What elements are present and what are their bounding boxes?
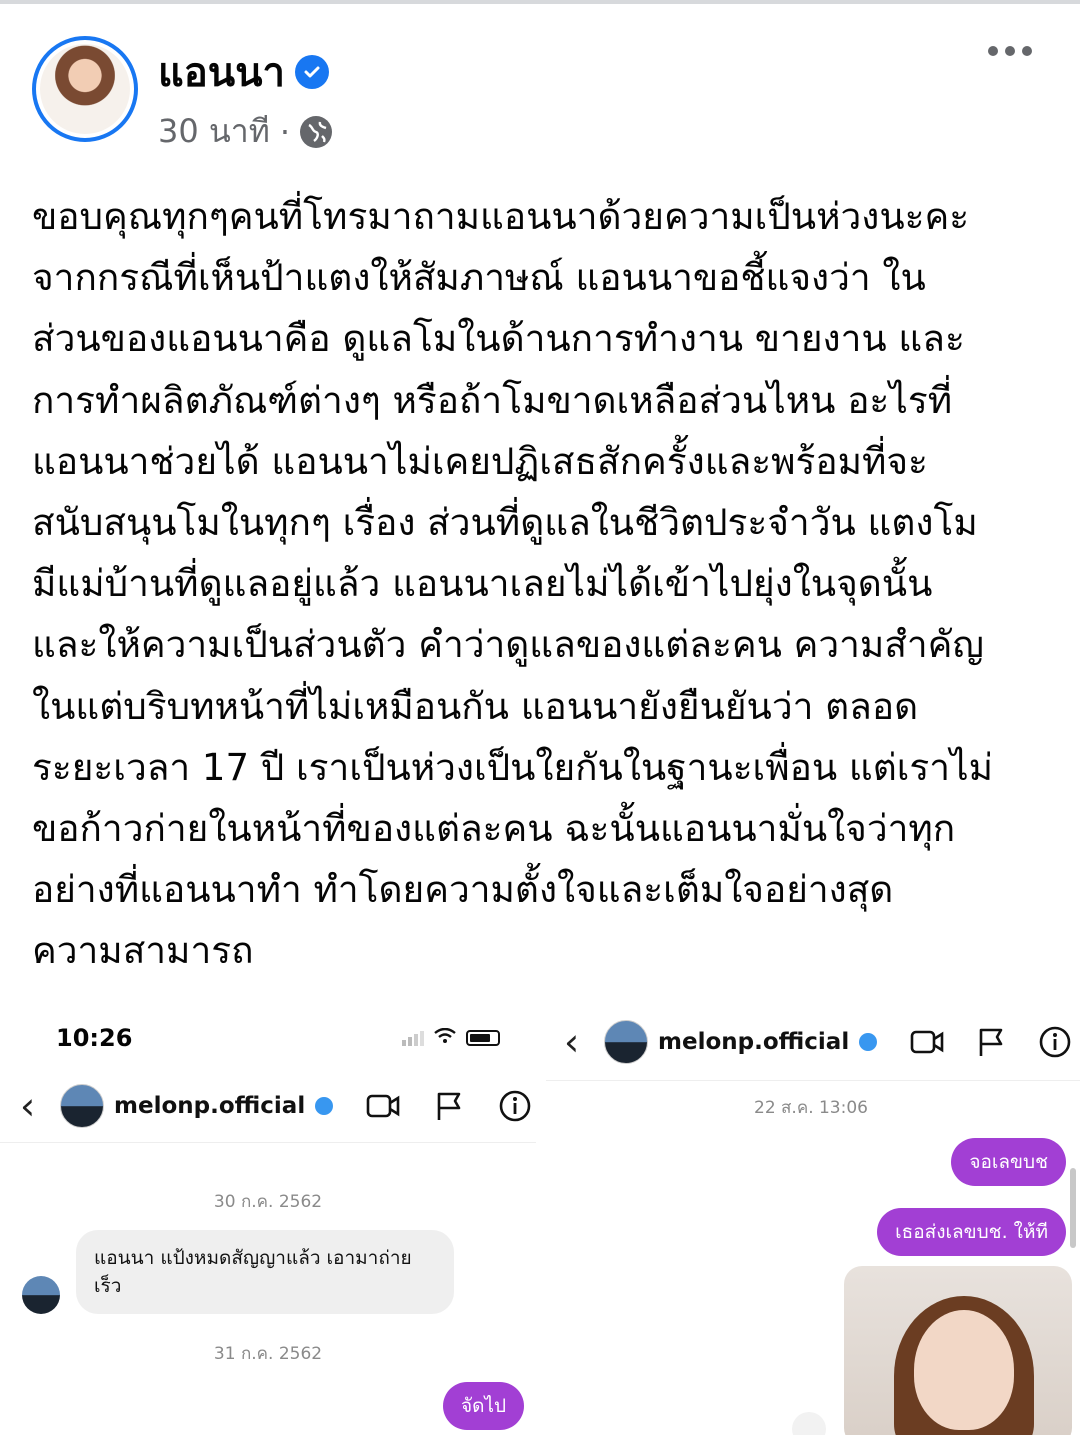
status-time: 10:26 <box>56 1024 133 1052</box>
post-line: มีแม่บ้านที่ดูแลอยู่แล้ว แอนนาเลยไม่ได้เ… <box>32 562 933 606</box>
date-label: 30 ก.ค. 2562 <box>213 1192 323 1212</box>
post-line: ความสามารถ <box>32 929 254 973</box>
sender-avatar <box>22 1276 60 1314</box>
post-time[interactable]: 30 นาที <box>158 106 270 157</box>
wifi-icon <box>434 1027 456 1048</box>
post-line: ขอก้าวก่ายในหน้าที่ของแต่ละคน ฉะนั้นแอนน… <box>32 807 956 851</box>
chat-header: ‹ melonp.official <box>20 1084 533 1128</box>
shared-photo[interactable] <box>844 1266 1072 1435</box>
flag-icon[interactable] <box>973 1025 1009 1059</box>
outgoing-message[interactable]: จอเลขบช <box>951 1138 1066 1186</box>
reply-icon[interactable] <box>792 1412 826 1435</box>
info-icon[interactable] <box>497 1089 533 1123</box>
back-icon[interactable]: ‹ <box>564 1020 594 1064</box>
verified-icon <box>294 55 329 89</box>
video-call-icon[interactable] <box>909 1025 945 1059</box>
battery-icon <box>466 1030 500 1046</box>
post-line: ขอบคุณทุกๆคนที่โทรมาถามแอนนาด้วยความเป็น… <box>32 195 970 238</box>
author-name[interactable]: แอนนา <box>158 40 285 104</box>
flag-icon[interactable] <box>431 1089 467 1123</box>
avatar-image <box>40 44 130 134</box>
post-line: ในแต่บริบทหน้าที่ไม่เหมือนกัน แอนนายังยื… <box>32 684 919 728</box>
post-line: และให้ความเป็นส่วนตัว คำว่าดูแลของแต่ละค… <box>32 623 984 667</box>
contact-avatar[interactable] <box>60 1084 104 1128</box>
video-call-icon[interactable] <box>365 1089 401 1123</box>
signal-icon <box>402 1030 424 1046</box>
date-label: 22 ส.ค. 13:06 <box>754 1098 868 1118</box>
post-line: แอนนาช่วยได้ แอนนาไม่เคยปฏิเสธสักครั้งแล… <box>32 439 928 483</box>
post-meta: 30 นาที · <box>158 106 332 157</box>
right-chat-screenshot[interactable]: ‹ melonp.official 22 ส.ค. 13:06 จอเลขบช … <box>546 1000 1080 1435</box>
contact-username[interactable]: melonp.official <box>114 1093 305 1119</box>
photo-face <box>914 1310 1014 1430</box>
meta-separator: · <box>279 112 290 151</box>
back-icon[interactable]: ‹ <box>20 1084 50 1128</box>
verified-icon <box>859 1033 878 1051</box>
top-divider <box>0 0 1080 4</box>
post-line: อย่างที่แอนนาทำ ทำโดยความตั้งใจและเต็มใจ… <box>32 868 894 912</box>
header-divider <box>0 1142 536 1143</box>
author-row: แอนนา <box>158 40 329 104</box>
post-text: ขอบคุณทุกๆคนที่โทรมาถามแอนนาด้วยความเป็น… <box>32 186 1052 982</box>
chat-header: ‹ melonp.official <box>564 1020 1073 1064</box>
outgoing-message[interactable]: จัดไป <box>443 1382 525 1430</box>
more-options-icon[interactable] <box>988 46 1032 56</box>
author-avatar[interactable] <box>32 36 138 142</box>
incoming-message[interactable]: แอนนา แป้งหมดสัญญาแล้ว เอามาถ่ายเร็ว <box>76 1230 454 1314</box>
contact-avatar[interactable] <box>604 1020 648 1064</box>
header-divider <box>546 1080 1080 1081</box>
info-icon[interactable] <box>1037 1025 1073 1059</box>
post-line: ระยะเวลา 17 ปี เราเป็นห่วงเป็นใยกันในฐาน… <box>32 745 994 789</box>
post-line: สนับสนุนโมในทุกๆ เรื่อง ส่วนที่ดูแลในชีว… <box>32 501 978 545</box>
left-chat-screenshot[interactable]: 10:26 ‹ melonp.official 30 ก.ค. 2562 แอน… <box>0 1000 540 1435</box>
post-line: จากกรณีที่เห็นป้าแตงให้สัมภาษณ์ แอนนาขอช… <box>32 256 926 300</box>
post-line: การทำผลิตภัณฑ์ต่างๆ หรือถ้าโมขาดเหลือส่ว… <box>32 378 953 422</box>
scrollbar[interactable] <box>1070 1168 1076 1248</box>
verified-icon <box>315 1097 334 1115</box>
outgoing-message[interactable]: เธอส่งเลขบช. ให้ที <box>877 1208 1066 1256</box>
date-label: 31 ก.ค. 2562 <box>213 1344 323 1364</box>
globe-icon <box>300 115 332 148</box>
status-icons <box>402 1027 500 1048</box>
post-line: ส่วนของแอนนาคือ ดูแลโมในด้านการทำงาน ขาย… <box>32 317 965 361</box>
contact-username[interactable]: melonp.official <box>658 1029 849 1055</box>
